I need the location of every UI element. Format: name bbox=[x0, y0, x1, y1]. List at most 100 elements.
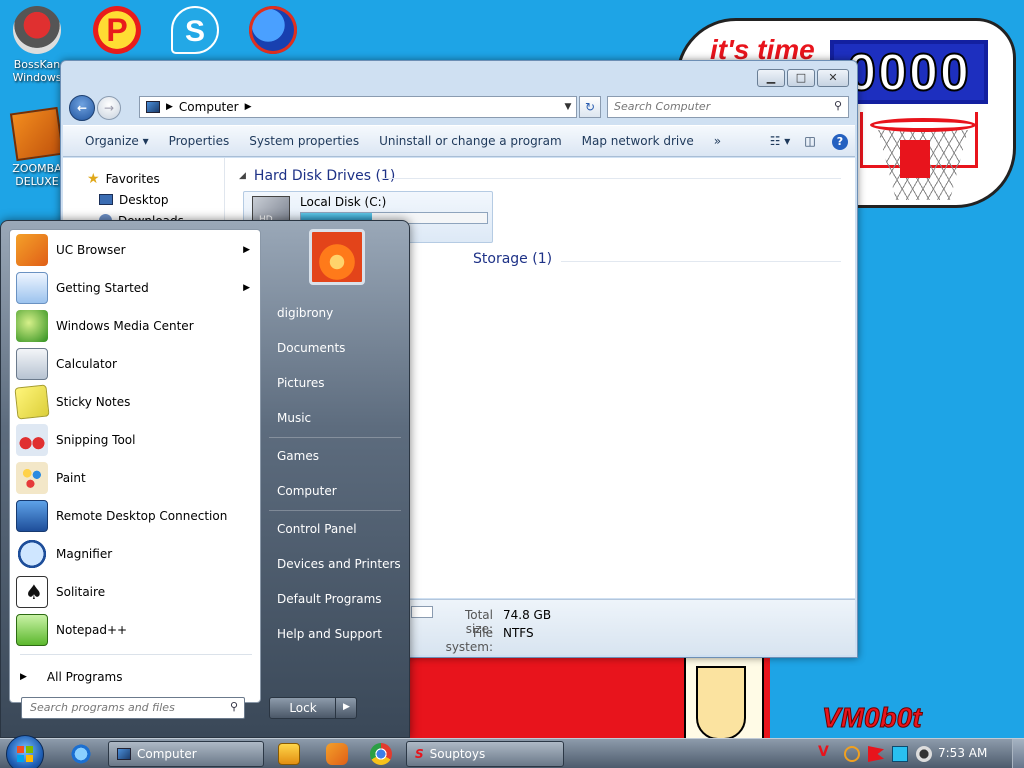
forward-button[interactable]: → bbox=[97, 96, 121, 120]
search-input[interactable]: Search Computer ⚲ bbox=[607, 96, 849, 118]
nav-item-favorites[interactable]: ★ Favorites bbox=[87, 168, 224, 189]
start-right-default-programs[interactable]: Default Programs bbox=[277, 592, 382, 606]
chrome-icon[interactable] bbox=[370, 743, 392, 765]
taskbar-computer-window[interactable]: Computer bbox=[108, 741, 264, 767]
start-program-item[interactable]: Snipping Tool bbox=[14, 422, 258, 458]
uninstall-program-button[interactable]: Uninstall or change a program bbox=[369, 134, 572, 148]
start-program-label: Snipping Tool bbox=[56, 433, 136, 447]
taskbar: Computer S Souptoys V 7:53 AM bbox=[0, 735, 1024, 768]
start-right-divider bbox=[269, 510, 401, 511]
start-program-label: Solitaire bbox=[56, 585, 106, 599]
submenu-arrow-icon[interactable]: ▶ bbox=[243, 283, 250, 293]
start-program-item[interactable]: Remote Desktop Connection bbox=[14, 498, 258, 534]
more-commands-button[interactable]: » bbox=[704, 134, 731, 148]
start-program-item[interactable]: UC Browser ▶ bbox=[14, 232, 258, 268]
start-program-label: Notepad++ bbox=[56, 623, 128, 637]
organize-menu[interactable]: Organize ▾ bbox=[75, 134, 159, 148]
start-program-item[interactable]: Sticky Notes bbox=[14, 384, 258, 420]
antivirus-tray-icon[interactable]: V bbox=[818, 744, 834, 760]
show-desktop-button[interactable] bbox=[1012, 739, 1024, 768]
lock-label: Lock bbox=[289, 701, 317, 715]
taskbar-souptoys-window[interactable]: S Souptoys bbox=[406, 741, 564, 767]
wallpaper-hoop-ball bbox=[900, 140, 930, 178]
power-options-arrow[interactable]: ▶ bbox=[335, 697, 357, 719]
taskbar-button-label: Souptoys bbox=[429, 747, 486, 761]
globe-app-icon bbox=[249, 6, 297, 54]
wallpaper-foot bbox=[696, 666, 746, 740]
media-player-icon[interactable] bbox=[278, 743, 300, 765]
group-title: Hard Disk Drives (1) bbox=[253, 168, 396, 184]
start-program-item[interactable]: Notepad++ bbox=[14, 612, 258, 648]
file-system-value: NTFS bbox=[503, 626, 534, 640]
all-programs-button[interactable]: ▶ All Programs bbox=[20, 670, 123, 684]
user-avatar[interactable] bbox=[309, 229, 365, 285]
address-bar[interactable]: ▶ Computer ▶ ▼ bbox=[139, 96, 577, 118]
help-icon[interactable]: ? bbox=[832, 134, 848, 150]
desktop-shortcut-skype[interactable]: S bbox=[160, 6, 230, 54]
start-search-input[interactable]: Search programs and files ⚲ bbox=[21, 697, 245, 719]
start-right-user[interactable]: digibrony bbox=[277, 306, 333, 320]
start-menu-programs-pane: ▶ All Programs UC Browser ▶ Getting Starte… bbox=[9, 229, 261, 703]
flag-tray-icon[interactable] bbox=[868, 746, 884, 762]
start-right-divider bbox=[269, 437, 401, 438]
minimize-button[interactable]: ▁ bbox=[757, 69, 785, 87]
properties-button[interactable]: Properties bbox=[159, 134, 240, 148]
details-thumbnail bbox=[411, 606, 433, 618]
skype-icon: S bbox=[171, 6, 219, 54]
start-program-item[interactable]: Getting Started ▶ bbox=[14, 270, 258, 306]
search-tray-icon[interactable] bbox=[844, 746, 860, 762]
magnifier-icon bbox=[16, 538, 48, 570]
refresh-button[interactable]: ↻ bbox=[579, 96, 601, 118]
start-right-computer[interactable]: Computer bbox=[277, 484, 337, 498]
volume-tray-icon[interactable] bbox=[916, 746, 932, 762]
map-network-drive-button[interactable]: Map network drive bbox=[572, 134, 704, 148]
group-header-removable[interactable]: Storage (1) bbox=[473, 251, 552, 267]
sticky-notes-icon bbox=[14, 384, 50, 420]
group-divider bbox=[561, 261, 841, 262]
system-properties-button[interactable]: System properties bbox=[239, 134, 369, 148]
start-program-item[interactable]: Magnifier bbox=[14, 536, 258, 572]
uc-browser-icon[interactable] bbox=[326, 743, 348, 765]
internet-explorer-icon[interactable] bbox=[70, 743, 92, 765]
back-button[interactable]: ← bbox=[69, 95, 95, 121]
view-options-icon[interactable]: ☷ ▾ bbox=[769, 131, 791, 151]
file-system-label: File system: bbox=[445, 626, 493, 654]
nav-item-desktop[interactable]: Desktop bbox=[87, 189, 224, 210]
start-program-item[interactable]: Solitaire bbox=[14, 574, 258, 610]
start-right-music[interactable]: Music bbox=[277, 411, 311, 425]
snipping-tool-icon bbox=[16, 424, 48, 456]
taskbar-clock[interactable]: 7:53 AM bbox=[938, 746, 987, 760]
desktop-shortcut-globe[interactable] bbox=[238, 6, 308, 54]
start-program-item[interactable]: Windows Media Center bbox=[14, 308, 258, 344]
start-right-devices-printers[interactable]: Devices and Printers bbox=[277, 557, 401, 571]
help-icon-wrap: ? bbox=[829, 131, 851, 151]
bosskan-icon bbox=[13, 6, 61, 54]
preview-pane-icon[interactable]: ◫ bbox=[799, 131, 821, 151]
address-history-dropdown[interactable]: ▼ bbox=[560, 102, 576, 112]
group-header-hard-disks[interactable]: ◢ Hard Disk Drives (1) bbox=[239, 168, 395, 184]
start-program-item[interactable]: Calculator bbox=[14, 346, 258, 382]
paint-icon bbox=[16, 462, 48, 494]
start-right-help-support[interactable]: Help and Support bbox=[277, 627, 382, 641]
start-right-pictures[interactable]: Pictures bbox=[277, 376, 325, 390]
start-program-label: Paint bbox=[56, 471, 86, 485]
start-right-documents[interactable]: Documents bbox=[277, 341, 345, 355]
start-program-item[interactable]: Paint bbox=[14, 460, 258, 496]
file-system-row: File system: NTFS bbox=[435, 626, 534, 654]
maximize-button[interactable]: □ bbox=[787, 69, 815, 87]
start-button[interactable] bbox=[6, 735, 44, 768]
wallpaper-signature: VM0b0t bbox=[822, 702, 923, 734]
submenu-arrow-icon[interactable]: ▶ bbox=[243, 245, 250, 255]
start-right-games[interactable]: Games bbox=[277, 449, 319, 463]
start-search-placeholder: Search programs and files bbox=[30, 701, 175, 714]
breadcrumb-computer[interactable]: Computer bbox=[179, 100, 239, 114]
search-icon[interactable]: ⚲ bbox=[230, 700, 238, 713]
search-icon[interactable]: ⚲ bbox=[834, 99, 842, 112]
all-programs-label: All Programs bbox=[46, 670, 123, 684]
start-right-control-panel[interactable]: Control Panel bbox=[277, 522, 357, 536]
network-tray-icon[interactable] bbox=[892, 746, 908, 762]
desktop-shortcut-p-game[interactable]: P bbox=[82, 6, 152, 54]
close-button[interactable]: ✕ bbox=[817, 69, 849, 87]
desktop-icon bbox=[99, 194, 113, 205]
group-title: Storage (1) bbox=[473, 251, 553, 267]
